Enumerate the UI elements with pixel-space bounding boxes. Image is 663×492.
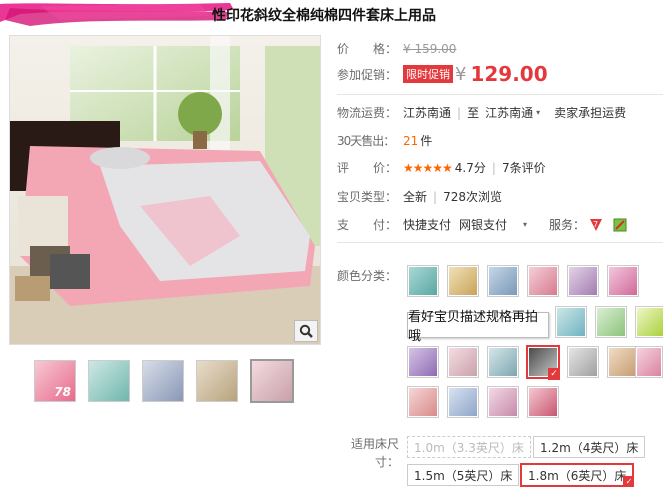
zoom-button[interactable] (294, 320, 318, 342)
sold-unit: 件 (420, 134, 433, 148)
size-option-1-8m[interactable]: 1.8m（6英尺）床 (520, 463, 635, 487)
promo-price: 129.00 (470, 62, 548, 86)
size-option-1-5m[interactable]: 1.5m（5英尺）床 (407, 464, 520, 486)
thumbnail-4[interactable] (196, 360, 238, 402)
sold-row: 30天售出： 21 件 (337, 132, 432, 149)
reviews-link[interactable]: 7条评价 (502, 159, 546, 176)
color-swatch[interactable] (447, 265, 479, 297)
color-swatch[interactable] (487, 265, 519, 297)
bed-size-label: 适用床尺寸： (350, 437, 399, 469)
color-swatch[interactable] (567, 346, 599, 378)
thumbnail-5[interactable] (250, 359, 294, 403)
service-label: 服务： (549, 218, 586, 232)
size-option-1-0m: 1.0m（3.3英尺）床 (407, 436, 531, 458)
color-swatch[interactable] (595, 306, 627, 338)
color-swatch[interactable] (555, 306, 587, 338)
chevron-down-icon: ▾ (536, 108, 541, 117)
thumbnail-badge: 78 (54, 385, 71, 399)
type-value: 全新 (403, 190, 428, 204)
color-swatch[interactable] (527, 265, 559, 297)
color-swatch[interactable] (447, 386, 479, 418)
color-swatch[interactable] (487, 346, 519, 378)
color-swatch[interactable] (567, 265, 599, 297)
color-swatch[interactable] (407, 265, 439, 297)
payment-method-2: 网银支付 (459, 218, 508, 232)
promo-label: 参加促销： (337, 67, 398, 82)
sold-count: 21 (403, 133, 419, 148)
payment-row: 支 付： 快捷支付 网银支付 ▾ 服务： 7 (337, 216, 627, 233)
shipping-destination-select[interactable]: 江苏南通 (485, 104, 533, 121)
thumbnail-3[interactable] (142, 360, 184, 402)
main-product-image[interactable] (9, 35, 321, 345)
color-swatch[interactable] (527, 386, 559, 418)
color-swatch[interactable] (447, 346, 479, 378)
color-swatch[interactable] (635, 346, 663, 378)
type-label: 宝贝类型： (337, 190, 398, 204)
original-price: ¥ 159.00 (403, 41, 457, 56)
svg-text:7: 7 (593, 220, 598, 229)
product-page: 性印花斜纹全棉纯棉四件套床上用品 78 价 格： ¥ 159.00 参加促销： … (0, 0, 663, 492)
shipping-from: 江苏南通 (403, 106, 452, 120)
price-row: 价 格： ¥ 159.00 (337, 40, 456, 57)
promo-badge: 限时促销 (403, 65, 453, 83)
color-category-label: 颜色分类： (337, 269, 398, 283)
price-label: 价 格： (337, 42, 398, 56)
size-option-1-2m[interactable]: 1.2m（4英尺）床 (533, 436, 646, 458)
thumbnail-1[interactable]: 78 (34, 360, 76, 402)
product-title-bar: 性印花斜纹全棉纯棉四件套床上用品 (0, 0, 663, 30)
divider (337, 242, 663, 243)
sold-label: 30天售出： (337, 134, 395, 148)
shipping-label: 物流运费： (337, 106, 398, 120)
view-count: 728次浏览 (443, 190, 502, 204)
shipping-note: 卖家承担运费 (554, 106, 627, 120)
color-swatch[interactable] (607, 265, 639, 297)
thumbnail-strip: 78 (34, 359, 294, 403)
promo-currency: ¥ (455, 63, 467, 85)
bedroom-photo (10, 36, 320, 344)
seven-day-return-icon[interactable]: 7 (589, 217, 604, 232)
divider (337, 94, 663, 95)
color-swatch[interactable] (487, 386, 519, 418)
size-reminder-tooltip: 看好宝贝描述规格再拍哦 (407, 310, 549, 344)
payment-label: 支 付： (337, 218, 398, 232)
color-swatch[interactable] (635, 306, 663, 338)
payment-method-1: 快捷支付 (403, 218, 452, 232)
color-swatch-selected[interactable] (526, 345, 560, 380)
magnifier-icon (299, 324, 313, 338)
thumbnail-2[interactable] (88, 360, 130, 402)
shipping-row: 物流运费： 江苏南通 | 至 江苏南通 ▾ 卖家承担运费 (337, 104, 627, 121)
rating-stars-icon: ★★★★★ (403, 160, 453, 175)
title-redaction-smear (0, 3, 234, 26)
rating-score: 4.7分 (454, 161, 486, 175)
rating-row: 评 价： ★★★★★ 4.7分 | 7条评价 (337, 159, 546, 176)
type-row: 宝贝类型： 全新 | 728次浏览 (337, 189, 502, 205)
chevron-down-icon[interactable]: ▾ (523, 220, 527, 229)
promo-row: 参加促销： 限时促销 ¥ 129.00 (337, 62, 548, 86)
rating-label: 评 价： (337, 161, 398, 175)
guarantee-icon[interactable] (613, 218, 627, 232)
color-swatch[interactable] (407, 386, 439, 418)
color-swatch[interactable] (407, 346, 439, 378)
shipping-to-prefix: 至 (467, 106, 480, 120)
page-title: 性印花斜纹全棉纯棉四件套床上用品 (212, 8, 436, 24)
